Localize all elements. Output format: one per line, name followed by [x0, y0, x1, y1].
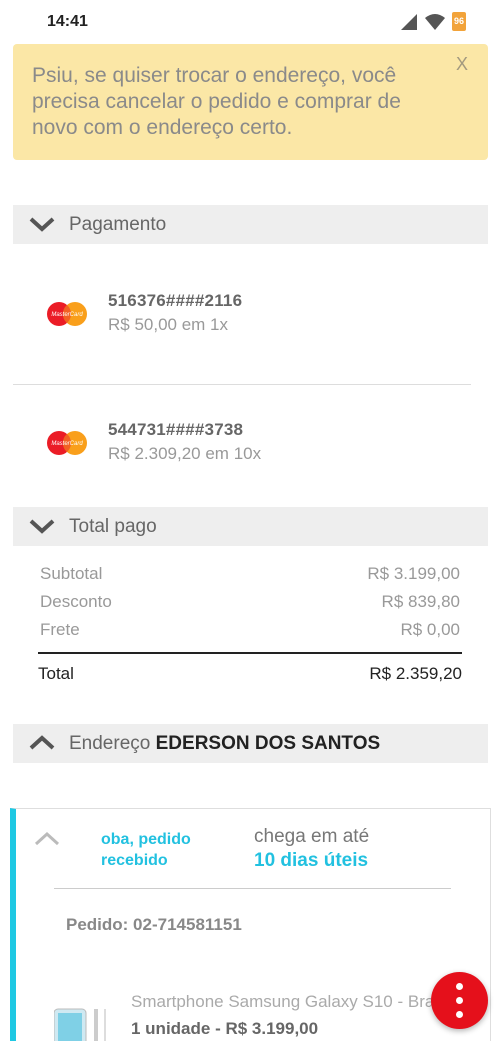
row-value: R$ 3.199,00 — [367, 564, 460, 583]
subtotal-row: Subtotal R$ 3.199,00 — [40, 564, 460, 588]
signal-icon — [401, 13, 417, 30]
card-number: 516376####2116 — [108, 291, 243, 310]
order-id: Pedido: 02-714581151 — [66, 915, 242, 934]
total-section-header[interactable]: Total pago — [13, 507, 488, 546]
row-value: R$ 839,80 — [381, 592, 460, 611]
row-label: Desconto — [40, 592, 112, 611]
address-prefix: Endereço — [69, 732, 151, 754]
order-divider — [54, 888, 451, 889]
chevron-down-icon — [13, 205, 69, 244]
chevron-up-icon[interactable] — [34, 831, 60, 847]
payment-section-header[interactable]: Pagamento — [13, 205, 488, 244]
address-section-title: Endereço EDERSON DOS SANTOS — [69, 733, 380, 755]
status-time: 14:41 — [47, 13, 88, 30]
row-value: R$ 0,00 — [400, 620, 460, 639]
more-vertical-icon — [456, 983, 463, 990]
address-notice: Psiu, se quiser trocar o endereço, você … — [13, 44, 488, 160]
status-bar: 14:41 96 — [0, 0, 500, 42]
payment-amount: R$ 2.309,20 em 10x — [108, 444, 262, 463]
row-label: Subtotal — [40, 564, 103, 583]
wifi-icon — [425, 13, 445, 30]
mastercard-logo: MasterCard — [47, 431, 87, 455]
more-vertical-icon — [456, 997, 463, 1004]
product-name: Smartphone Samsung Galaxy S10 - Branco — [131, 992, 451, 1011]
payment-divider — [13, 384, 471, 385]
address-name: EDERSON DOS SANTOS — [155, 732, 381, 754]
product-quantity: 1 unidade - R$ 3.199,00 — [131, 1019, 319, 1038]
arrive-value: 10 dias úteis — [254, 850, 369, 871]
card-number: 544731####3738 — [108, 420, 244, 439]
payment-amount: R$ 50,00 em 1x — [108, 315, 229, 334]
more-vertical-icon — [456, 1011, 463, 1018]
address-section-header[interactable]: Endereço EDERSON DOS SANTOS — [13, 724, 488, 763]
total-section-title: Total pago — [69, 515, 157, 537]
close-icon[interactable]: X — [456, 54, 468, 75]
svg-text:MasterCard: MasterCard — [51, 441, 83, 447]
product-thumbnail — [54, 1008, 106, 1041]
total-value: R$ 2.359,20 — [369, 664, 462, 683]
order-card: oba, pedido recebido chega em até 10 dia… — [10, 808, 491, 1041]
notice-text: Psiu, se quiser trocar o endereço, você … — [32, 64, 401, 139]
shipping-row: Frete R$ 0,00 — [40, 620, 460, 644]
total-divider — [38, 652, 462, 654]
mastercard-logo: MasterCard — [47, 302, 87, 326]
order-status: oba, pedido recebido — [101, 831, 191, 869]
status-icons: 96 — [400, 12, 466, 31]
chevron-up-icon — [13, 724, 69, 763]
row-label: Frete — [40, 620, 80, 639]
battery-icon: 96 — [452, 12, 466, 31]
svg-text:MasterCard: MasterCard — [51, 312, 83, 318]
discount-row: Desconto R$ 839,80 — [40, 592, 460, 616]
arrive-label: chega em até — [254, 826, 370, 847]
more-options-button[interactable] — [431, 972, 488, 1029]
chevron-down-icon — [13, 507, 69, 546]
payment-section-title: Pagamento — [69, 213, 167, 235]
total-label: Total — [38, 664, 74, 683]
